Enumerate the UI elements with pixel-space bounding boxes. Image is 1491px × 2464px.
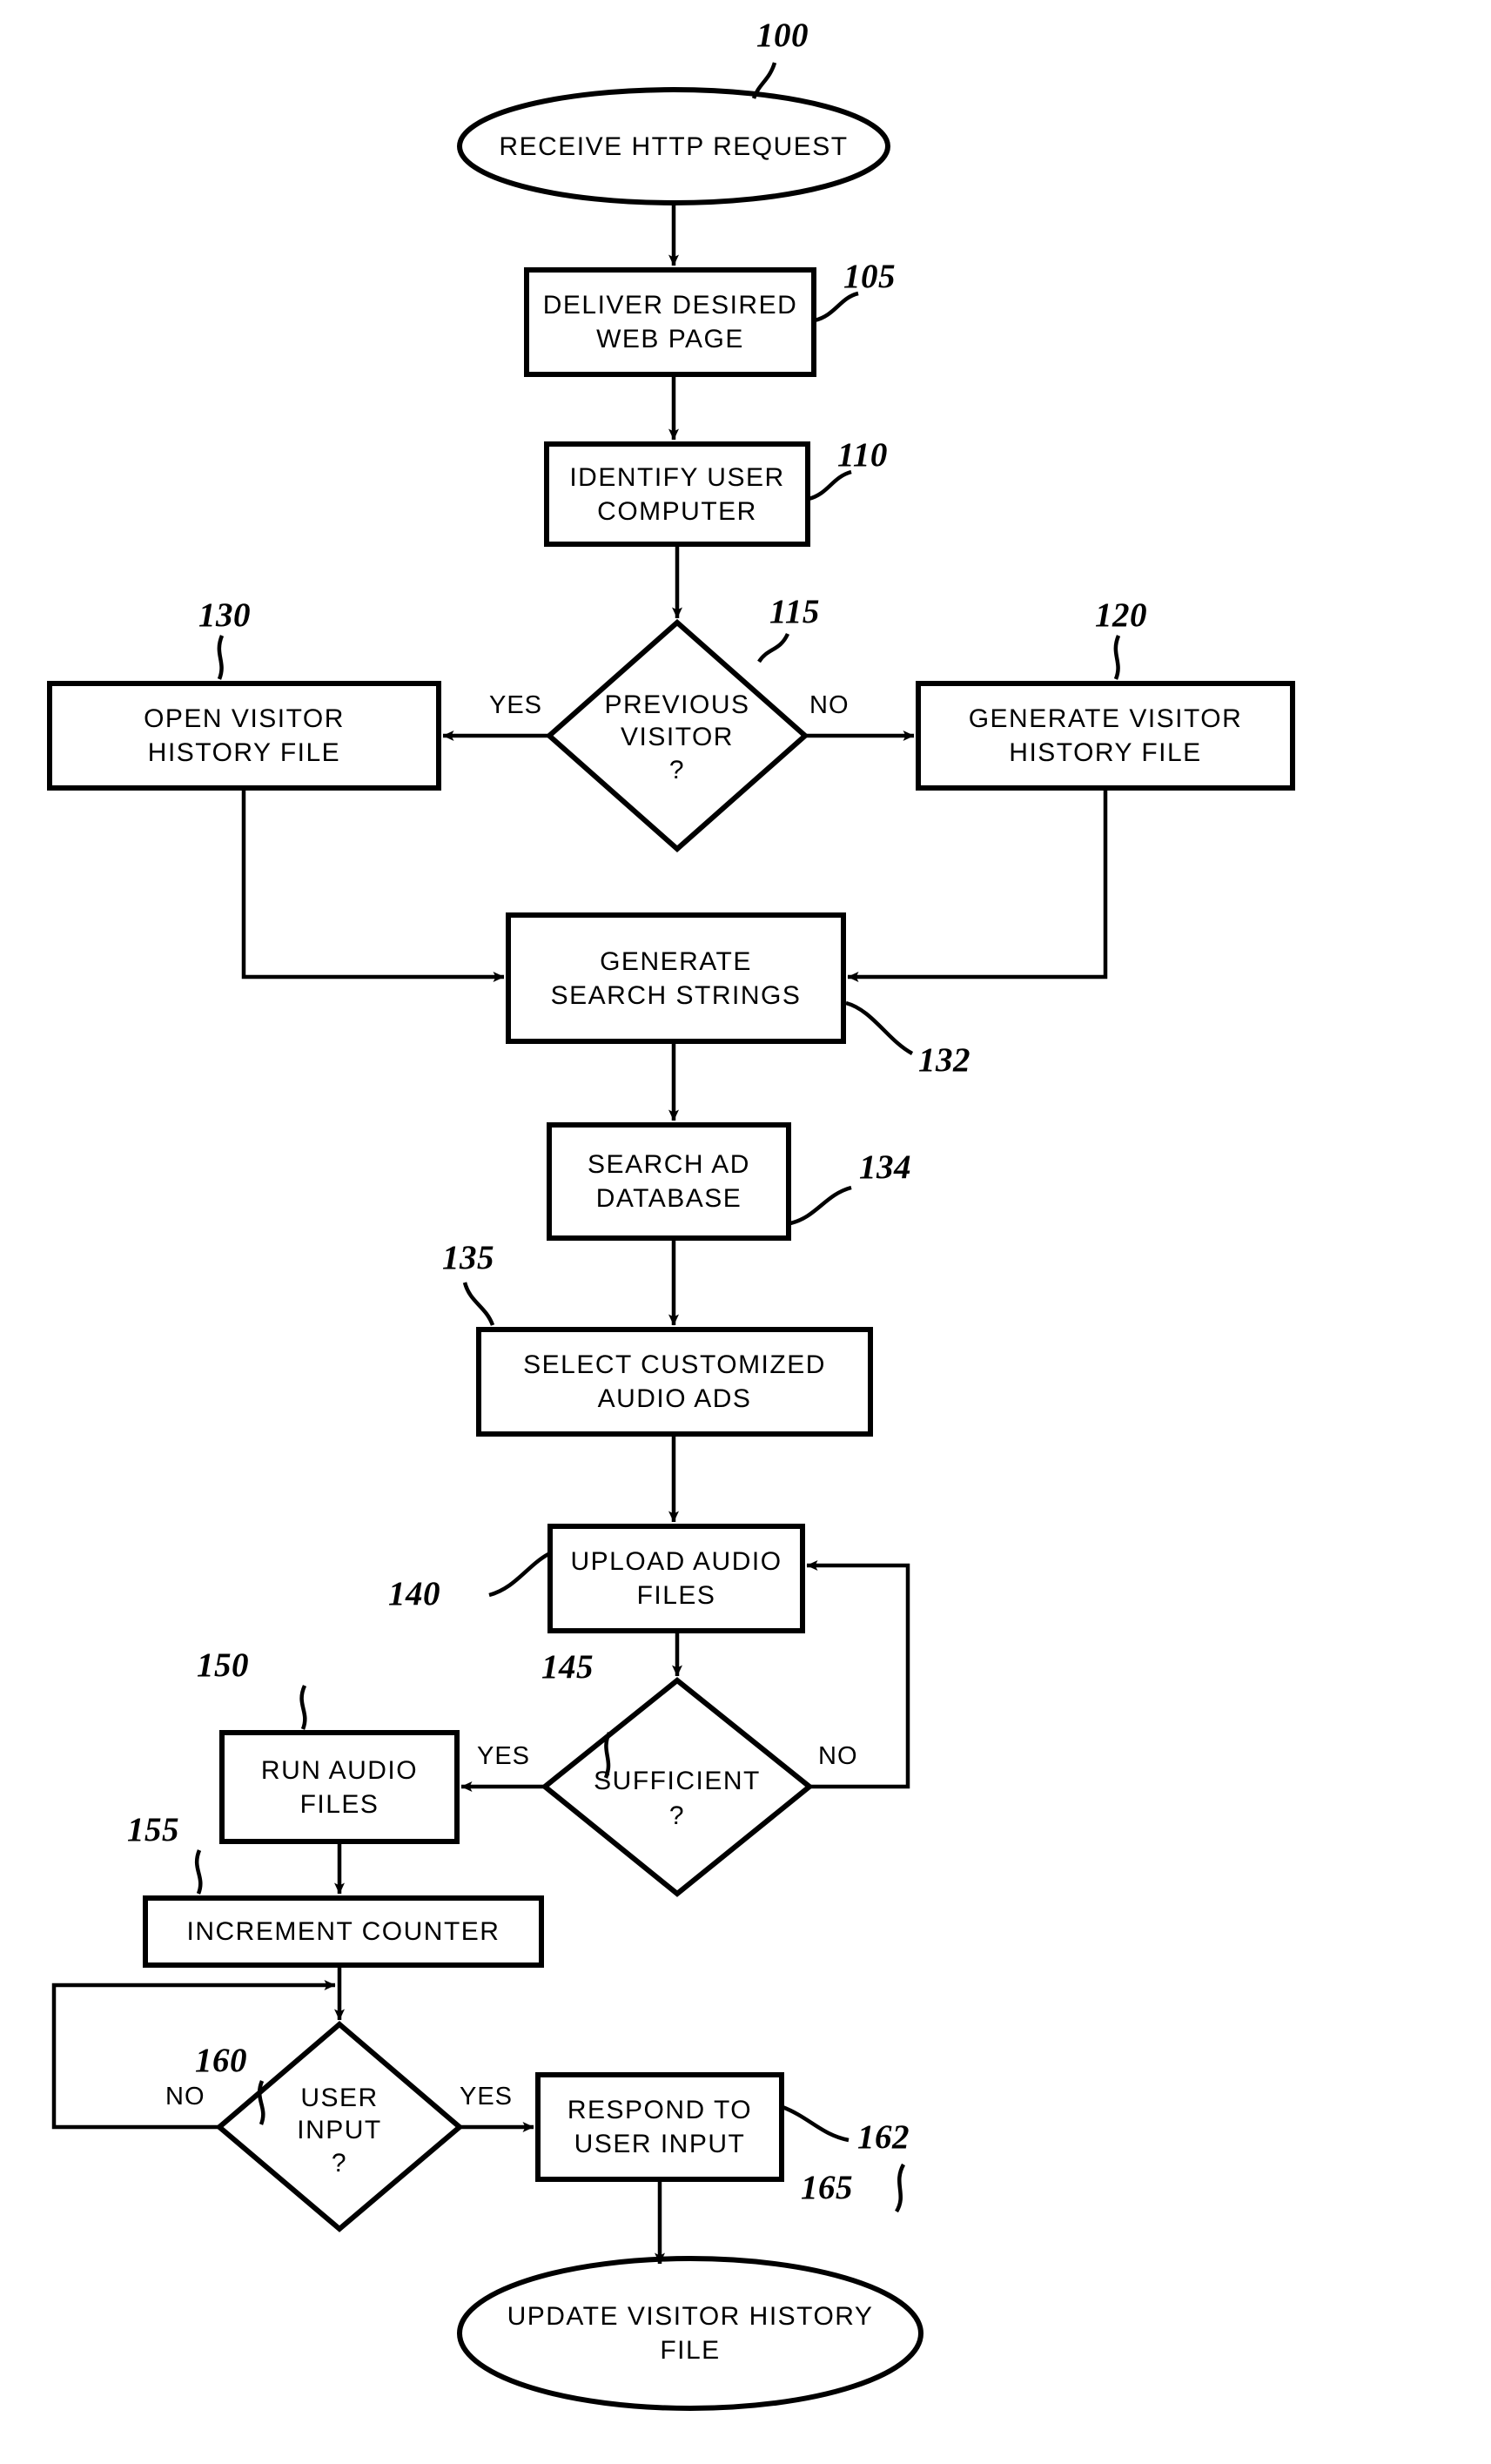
shape-user-input-decision [215, 2021, 464, 2232]
shape-previous-visitor-decision [545, 618, 809, 853]
ref-numeral-165: 165 [801, 2169, 853, 2206]
edge-label-no-sufficient: NO [818, 1742, 858, 1770]
leader-120 [1113, 635, 1121, 680]
ref-numeral-145: 145 [541, 1648, 594, 1686]
edge-label-yes-user-input: YES [460, 2083, 514, 2111]
shape-identify-user-computer [544, 441, 810, 547]
leader-162 [782, 2104, 850, 2143]
ref-numeral-105: 105 [843, 258, 896, 295]
edge-label-yes-sufficient: YES [477, 1742, 531, 1770]
ref-numeral-150: 150 [197, 1646, 249, 1684]
leader-105 [814, 291, 859, 323]
ref-numeral-160: 160 [195, 2042, 247, 2079]
leader-134 [789, 1185, 852, 1226]
shape-run-audio-files [219, 1730, 460, 1844]
shape-select-customized-audio-ads [476, 1327, 873, 1437]
leader-165 [895, 2163, 906, 2213]
leader-150 [299, 1685, 307, 1730]
edge-130-132 [241, 788, 505, 982]
shape-respond-to-user-input [535, 2072, 784, 2182]
edge-label-no-previous-visitor: NO [809, 691, 850, 719]
ref-numeral-120: 120 [1095, 596, 1147, 634]
leader-132 [845, 1000, 914, 1055]
leader-115 [757, 632, 790, 663]
shape-generate-visitor-history-file [916, 681, 1295, 791]
ref-numeral-155: 155 [127, 1811, 179, 1848]
shape-search-ad-database [547, 1122, 791, 1241]
leader-130 [217, 635, 225, 680]
leader-140 [488, 1552, 550, 1598]
shape-increment-counter [143, 1895, 544, 1968]
leader-145 [603, 1732, 612, 1779]
leader-110 [808, 469, 852, 502]
shape-receive-http-request [457, 87, 890, 205]
edge-120-132 [847, 788, 1108, 982]
flowchart-graphics [47, 62, 1295, 2411]
ref-numeral-100: 100 [756, 17, 809, 54]
leader-135 [462, 1282, 495, 1326]
ref-numeral-140: 140 [388, 1575, 440, 1612]
shape-generate-search-strings [506, 912, 846, 1044]
ref-numeral-115: 115 [769, 593, 820, 630]
shape-open-visitor-history-file [47, 681, 441, 791]
shape-sufficient-decision [541, 1677, 814, 1897]
leader-155 [194, 1849, 203, 1895]
ref-numeral-162: 162 [857, 2118, 910, 2156]
ref-numeral-135: 135 [442, 1239, 494, 1276]
shape-update-visitor-history-file [457, 2256, 923, 2411]
edge-label-no-user-input: NO [165, 2083, 205, 2111]
shape-upload-audio-files [547, 1524, 805, 1633]
ref-numeral-134: 134 [859, 1148, 911, 1186]
ref-numeral-132: 132 [918, 1041, 970, 1079]
edge-label-yes-previous-visitor: YES [489, 691, 543, 719]
ref-numeral-110: 110 [837, 436, 888, 474]
flowchart-canvas: RECEIVE HTTP REQUEST DELIVER DESIRED WEB… [0, 0, 1491, 2464]
shape-deliver-desired-web-page [524, 267, 816, 377]
ref-numeral-130: 130 [198, 596, 251, 634]
